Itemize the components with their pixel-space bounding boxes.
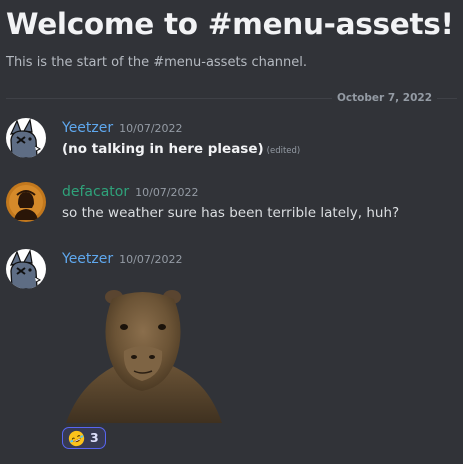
avatar[interactable] [6, 118, 46, 158]
avatar[interactable] [6, 249, 46, 289]
message-header: Yeetzer 10/07/2022 [62, 118, 183, 138]
chat-view: Welcome to #menu-assets! This is the sta… [0, 0, 463, 464]
message-header: Yeetzer 10/07/2022 [62, 249, 183, 269]
message-timestamp: 10/07/2022 [135, 186, 199, 199]
rolling-on-floor-laughing-icon [68, 430, 85, 446]
avatar[interactable] [6, 182, 46, 222]
capybara-image[interactable] [62, 279, 224, 423]
author-name[interactable]: defacator [62, 184, 129, 200]
channel-welcome-title: Welcome to #menu-assets! [6, 7, 454, 41]
author-name[interactable]: Yeetzer [62, 120, 113, 136]
orange-silhouette-avatar-icon [6, 182, 46, 222]
reaction-button[interactable]: 3 [62, 427, 106, 449]
date-divider: October 7, 2022 [6, 90, 457, 106]
message-timestamp: 10/07/2022 [119, 253, 183, 266]
divider-date-label: October 7, 2022 [331, 90, 437, 106]
message-timestamp: 10/07/2022 [119, 122, 183, 135]
channel-welcome-subtitle: This is the start of the #menu-assets ch… [6, 55, 308, 70]
message-content: (no talking in here please) (edited) [62, 140, 300, 160]
edited-label: (edited) [266, 146, 301, 156]
rabbit-avatar-icon [6, 118, 46, 158]
capybara-image-graphic [62, 279, 224, 423]
rabbit-avatar-icon [6, 249, 46, 289]
message-text: so the weather sure has been terrible la… [62, 205, 400, 221]
message-text: (no talking in here please) [62, 141, 264, 157]
reaction-count: 3 [90, 430, 99, 445]
message-header: defacator 10/07/2022 [62, 182, 199, 202]
author-name[interactable]: Yeetzer [62, 251, 113, 267]
